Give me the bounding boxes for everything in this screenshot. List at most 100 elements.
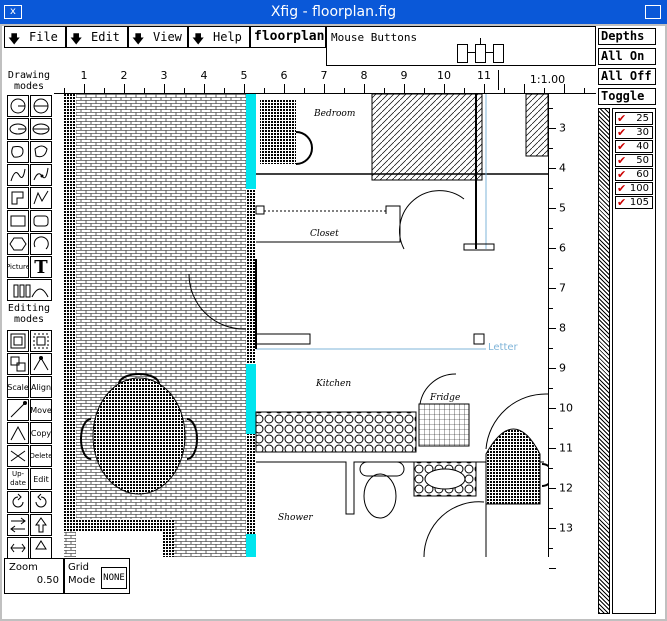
- ruler-tick: [224, 88, 225, 93]
- kitchen-label: Kitchen: [315, 379, 351, 389]
- circle-radius-tool[interactable]: [7, 95, 29, 117]
- maximize-button[interactable]: [645, 5, 661, 19]
- ruler-tick: [324, 84, 325, 93]
- window-glass: [246, 534, 256, 557]
- edit-tool[interactable]: Edit: [30, 468, 52, 490]
- bedroom-label: Bedroom: [313, 109, 355, 119]
- join-split-tool[interactable]: [7, 537, 29, 559]
- compound-tool[interactable]: [7, 330, 29, 352]
- circle-diameter-tool[interactable]: [30, 95, 52, 117]
- depth-item[interactable]: ✔ 25: [615, 112, 653, 125]
- ruler-number: 6: [280, 69, 288, 82]
- delete-tool-label: Delete: [30, 451, 52, 460]
- fridge-label: Fridge: [429, 393, 460, 403]
- closed-spline-interp-tool[interactable]: [30, 141, 52, 163]
- rotate-counter-tool[interactable]: [30, 491, 52, 513]
- update-tool-label: Up-date: [10, 470, 26, 487]
- delete-tool[interactable]: Delete: [30, 445, 52, 467]
- drawing-modes-label: Drawing modes: [4, 70, 54, 92]
- all-off-button[interactable]: All Off: [598, 68, 656, 85]
- rotate-tool[interactable]: [7, 491, 29, 513]
- depth-scrollbar[interactable]: [598, 108, 610, 614]
- ruler-tick: [84, 84, 85, 93]
- extra-tool[interactable]: [30, 537, 52, 559]
- all-on-button[interactable]: All On: [598, 48, 656, 65]
- flip-tool[interactable]: [7, 445, 29, 467]
- scale-tool[interactable]: Scale: [7, 376, 29, 398]
- toilet: [363, 473, 397, 519]
- depth-item[interactable]: ✔ 50: [615, 154, 653, 167]
- move-tool-label: Move: [30, 405, 52, 415]
- align-tool[interactable]: Align: [30, 376, 52, 398]
- compound-icon: [10, 333, 26, 349]
- ruler-tick: [549, 488, 556, 489]
- delete-point-tool[interactable]: [7, 422, 29, 444]
- grid-mode-value[interactable]: NONE: [101, 567, 127, 589]
- grid-mode-control[interactable]: Grid Mode NONE: [64, 558, 130, 594]
- depth-item[interactable]: ✔ 100: [615, 182, 653, 195]
- ruler-tick: [124, 84, 125, 93]
- letter-label: Letter: [488, 342, 519, 353]
- ruler-tick: [444, 84, 445, 93]
- arrow-tool[interactable]: [30, 514, 52, 536]
- mouse-line: [480, 38, 481, 44]
- polyline-tool[interactable]: [30, 187, 52, 209]
- move-point-tool[interactable]: [7, 399, 29, 421]
- spline-tool[interactable]: [7, 164, 29, 186]
- check-icon: ✔: [617, 168, 627, 181]
- closed-spline-tool[interactable]: [7, 141, 29, 163]
- join-icon: [10, 543, 26, 553]
- arc-box-tool[interactable]: [30, 210, 52, 232]
- help-menu[interactable]: 🡇 Help: [188, 26, 250, 48]
- ruler-number: 8: [360, 69, 368, 82]
- add-point-tool[interactable]: [30, 353, 52, 375]
- file-menu[interactable]: 🡇 File: [4, 26, 66, 48]
- break-compound-tool[interactable]: [30, 330, 52, 352]
- edit-menu[interactable]: 🡇 Edit: [66, 26, 128, 48]
- toggle-button[interactable]: Toggle: [598, 88, 656, 105]
- ellipse-diameter-tool[interactable]: [30, 118, 52, 140]
- text-tool[interactable]: T: [30, 256, 52, 278]
- ruler-number: 11: [559, 441, 573, 455]
- help-menu-label: Help: [213, 30, 242, 44]
- depth-item[interactable]: ✔ 30: [615, 126, 653, 139]
- edit-menu-label: Edit: [91, 30, 120, 44]
- picture-tool[interactable]: Picture: [7, 256, 29, 278]
- move-tool[interactable]: Move: [30, 399, 52, 421]
- bathtub: [485, 428, 541, 505]
- ellipse-icon: [32, 123, 50, 135]
- drawing-canvas[interactable]: Bedroom Closet Letter Kitchen Fridge Sho…: [64, 94, 548, 557]
- depth-item[interactable]: ✔ 105: [615, 196, 653, 209]
- ruler-number: 3: [160, 69, 168, 82]
- arc-tool[interactable]: [30, 233, 52, 255]
- library-icon: [13, 284, 48, 298]
- library-tool[interactable]: [7, 279, 52, 301]
- delete-point-icon: [10, 425, 26, 441]
- ellipse-radius-tool[interactable]: [7, 118, 29, 140]
- box-tool[interactable]: [7, 210, 29, 232]
- convert-tool[interactable]: [7, 514, 29, 536]
- mouse-left-button: [457, 44, 468, 63]
- closed-spline-icon: [11, 146, 24, 158]
- convert-icon: [10, 517, 26, 533]
- ruler-tick: [549, 408, 556, 409]
- arrow-up-icon: [35, 517, 47, 533]
- open-compound-tool[interactable]: [7, 353, 29, 375]
- copy-tool[interactable]: Copy: [30, 422, 52, 444]
- view-menu[interactable]: 🡇 View: [128, 26, 188, 48]
- ruler-number: 2: [120, 69, 128, 82]
- update-tool[interactable]: Up-date: [7, 468, 29, 490]
- polygon-tool[interactable]: [7, 187, 29, 209]
- grid-mode-label: Mode: [68, 575, 96, 586]
- zoom-control[interactable]: Zoom 0.50: [4, 558, 64, 594]
- grid-label: Grid: [68, 562, 89, 573]
- ruler-number: 5: [240, 69, 248, 82]
- ruler-tick: [144, 88, 145, 93]
- depth-item[interactable]: ✔ 40: [615, 140, 653, 153]
- regular-polygon-tool[interactable]: [7, 233, 29, 255]
- door-frame: [463, 243, 495, 251]
- ruler-tick: [549, 568, 556, 569]
- depth-item[interactable]: ✔ 60: [615, 168, 653, 181]
- spline-interp-tool[interactable]: [30, 164, 52, 186]
- door-swing: [399, 190, 465, 250]
